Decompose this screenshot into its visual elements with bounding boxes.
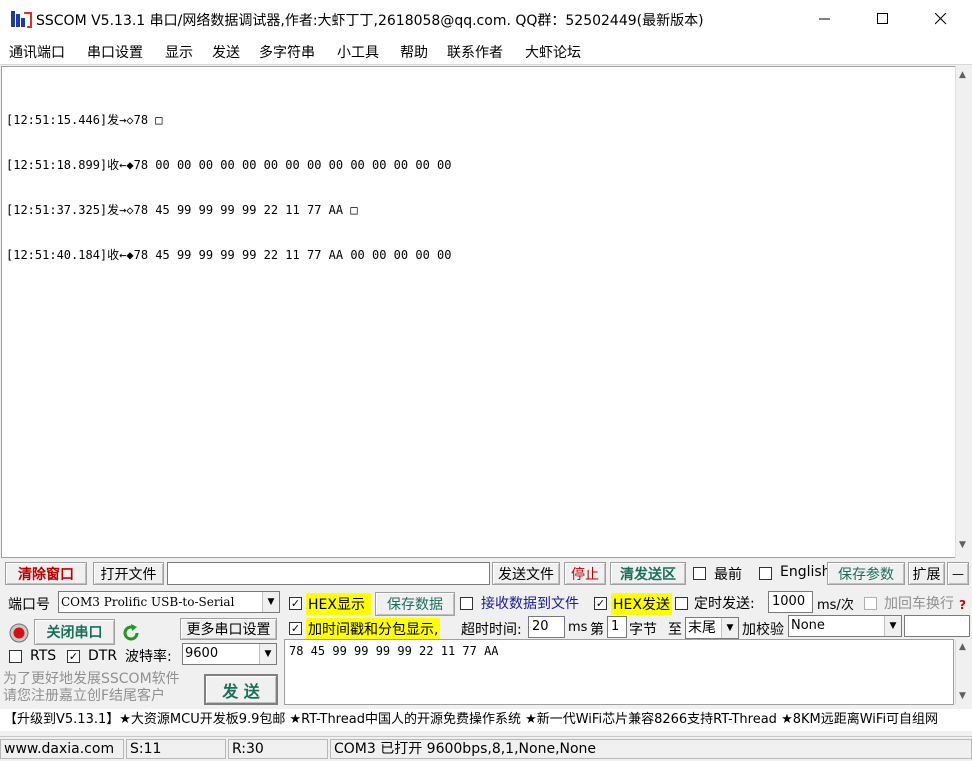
stop-button[interactable]: 停止 (564, 562, 606, 585)
receive-to-file-checkbox[interactable] (460, 597, 473, 610)
collapse-button[interactable]: — (947, 562, 969, 585)
interval-unit: ms/次 (817, 598, 854, 613)
menu-help[interactable]: 帮助 (400, 42, 428, 62)
log-line: [12:51:40.184]收←◆78 45 99 99 99 99 22 11… (6, 248, 452, 262)
checksum-select[interactable]: None ▼ (788, 615, 902, 637)
hex-display-checkbox[interactable]: ✓ (289, 597, 302, 610)
log-line: [12:51:37.325]发→◇78 45 99 99 99 99 22 11… (6, 203, 358, 217)
menu-multi-string[interactable]: 多字符串 (259, 42, 315, 62)
promo-text: 为了更好地发展SSCOM软件 请您注册嘉立创F结尾客户 (3, 671, 180, 705)
status-sent-count: S:11 (126, 739, 226, 759)
byte-prefix: 第 (590, 622, 604, 638)
save-data-button[interactable]: 保存数据 (375, 592, 455, 616)
menu-send[interactable]: 发送 (212, 42, 240, 62)
rts-checkbox[interactable] (9, 650, 22, 663)
chevron-down-icon: ▼ (721, 618, 738, 638)
close-port-button[interactable]: 关闭串口 (34, 619, 115, 645)
send-button[interactable]: 发 送 (204, 674, 278, 705)
help-icon[interactable]: ? (959, 598, 966, 612)
baud-rate-select[interactable]: 9600 ▼ (182, 643, 277, 665)
timestamp-checkbox[interactable]: ✓ (289, 622, 302, 635)
menu-tools[interactable]: 小工具 (337, 42, 379, 62)
chevron-down-icon: ▼ (884, 616, 901, 636)
file-path-field[interactable] (167, 562, 490, 585)
add-newline-label: 加回车换行 (884, 596, 954, 612)
status-received-count: R:30 (228, 739, 328, 759)
topmost-label: 最前 (714, 567, 742, 583)
interval-input[interactable]: 1000 (768, 591, 813, 613)
more-settings-button[interactable]: 更多串口设置 (180, 618, 277, 640)
port-label: 端口号 (8, 597, 50, 613)
dtr-checkbox[interactable]: ✓ (67, 650, 80, 663)
timed-send-label: 定时发送: (694, 596, 755, 612)
topmost-checkbox[interactable] (693, 567, 706, 580)
menu-bar: 通讯端口 串口设置 显示 发送 多字符串 小工具 帮助 联系作者 大虾论坛 (0, 38, 972, 65)
promo-line-1: 为了更好地发展SSCOM软件 (3, 671, 180, 687)
send-scrollbar[interactable]: ▲ ▼ (955, 639, 972, 705)
open-file-button[interactable]: 打开文件 (93, 562, 164, 585)
scroll-up-icon[interactable]: ▲ (959, 642, 966, 652)
receive-to-file-label: 接收数据到文件 (481, 596, 579, 612)
log-line: [12:51:15.446]发→◇78 □ (6, 113, 163, 127)
baud-label: 波特率: (125, 649, 172, 665)
promo-marquee[interactable]: 【升级到V5.13.1】★大资源MCU开发板9.9包邮 ★RT-Thread中国… (0, 709, 972, 731)
to-select[interactable]: 末尾 ▼ (685, 617, 739, 639)
baud-rate-value: 9600 (185, 646, 219, 661)
port-select-value: COM3 Prolific USB-to-Serial (61, 595, 235, 609)
menu-forum[interactable]: 大虾论坛 (525, 42, 581, 62)
byte-index-input[interactable]: 1 (607, 616, 627, 638)
refresh-icon[interactable] (120, 622, 142, 644)
send-file-button[interactable]: 发送文件 (492, 562, 560, 585)
port-select[interactable]: COM3 Prolific USB-to-Serial ▼ (58, 591, 280, 613)
checksum-value: None (791, 618, 825, 633)
to-label: 至 (668, 622, 682, 638)
timeout-unit: ms (568, 620, 588, 635)
checksum-label: 加校验 (742, 622, 784, 638)
receive-output-area[interactable]: [12:51:15.446]发→◇78 □ [12:51:18.899]收←◆7… (1, 66, 956, 558)
checksum-result-field[interactable] (904, 615, 970, 637)
english-label: English (780, 564, 831, 580)
rts-label: RTS (30, 648, 57, 664)
expand-button[interactable]: 扩展 (908, 562, 945, 585)
menu-display[interactable]: 显示 (165, 42, 193, 62)
log-line: [12:51:18.899]收←◆78 00 00 00 00 00 00 00… (6, 158, 452, 172)
timeout-label: 超时时间: (461, 622, 522, 638)
save-params-button[interactable]: 保存参数 (827, 562, 905, 585)
output-scrollbar[interactable]: ▲ ▼ (955, 66, 972, 558)
chevron-down-icon: ▼ (262, 592, 279, 612)
english-checkbox[interactable] (759, 567, 772, 580)
timed-send-checkbox[interactable] (675, 597, 688, 610)
timestamp-label: 加时间戳和分包显示, (306, 618, 441, 640)
scroll-down-icon[interactable]: ▼ (959, 540, 966, 550)
close-button[interactable] (912, 0, 970, 38)
byte-unit: 字节 (629, 622, 657, 638)
status-port-info: COM3 已打开 9600bps,8,1,None,None (330, 739, 972, 759)
scroll-up-icon[interactable]: ▲ (959, 70, 966, 80)
status-bar: www.daxia.com S:11 R:30 COM3 已打开 9600bps… (0, 736, 972, 761)
timeout-input[interactable]: 20 (528, 616, 565, 638)
chevron-down-icon: ▼ (259, 644, 276, 664)
port-status-icon (8, 622, 30, 644)
hex-display-label: HEX显示 (306, 593, 371, 615)
menu-contact-author[interactable]: 联系作者 (447, 42, 503, 62)
app-icon (10, 9, 32, 29)
menu-serial-settings[interactable]: 串口设置 (87, 42, 143, 62)
maximize-button[interactable] (854, 0, 912, 38)
dtr-label: DTR (88, 648, 118, 664)
minimize-button[interactable] (796, 0, 854, 38)
output-log: [12:51:15.446]发→◇78 □ [12:51:18.899]收←◆7… (6, 83, 451, 293)
window-title: SSCOM V5.13.1 串口/网络数据调试器,作者:大虾丁丁,2618058… (36, 13, 704, 29)
status-website[interactable]: www.daxia.com (0, 739, 124, 759)
hex-send-label: HEX发送 (611, 593, 672, 615)
clear-send-button[interactable]: 清发送区 (610, 562, 686, 585)
menu-comm-port[interactable]: 通讯端口 (9, 42, 65, 62)
to-select-value: 末尾 (688, 620, 716, 636)
clear-window-button[interactable]: 清除窗口 (5, 562, 87, 585)
add-newline-checkbox[interactable] (864, 597, 877, 610)
scroll-down-icon[interactable]: ▼ (959, 691, 966, 701)
promo-line-2: 请您注册嘉立创F结尾客户 (3, 688, 166, 704)
send-input-area[interactable]: 78 45 99 99 99 99 22 11 77 AA (284, 639, 954, 705)
title-bar: SSCOM V5.13.1 串口/网络数据调试器,作者:大虾丁丁,2618058… (0, 0, 972, 38)
hex-send-checkbox[interactable]: ✓ (594, 597, 607, 610)
